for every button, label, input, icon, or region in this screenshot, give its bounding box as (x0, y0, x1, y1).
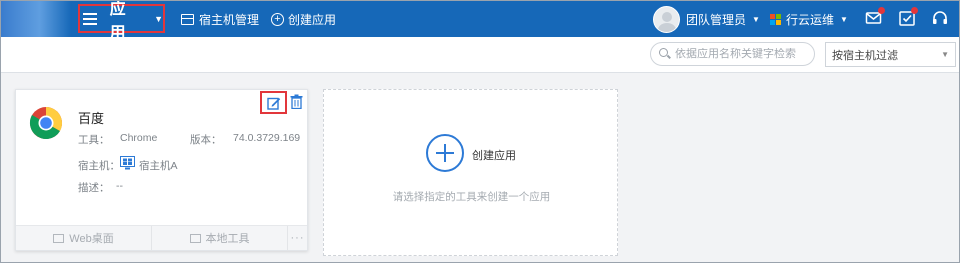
nav-host-manage[interactable]: 宿主机管理 (181, 1, 259, 37)
app-window: 应用 ▼ 宿主机管理 + 创建应用 团队管理员 ▼ 行云运维 ▼ 依据应用名称关… (0, 0, 960, 263)
filter-bar: 按宿主机过滤 ▼ (1, 37, 959, 73)
host-filter-label: 按宿主机过滤 (832, 49, 898, 62)
web-desktop-button[interactable]: Web桌面 (16, 225, 152, 251)
chrome-icon (29, 107, 63, 140)
create-app-label: 创建应用 (472, 150, 516, 162)
card-footer: Web桌面 本地工具 ··· (16, 225, 307, 251)
desc-label: 描述： (78, 182, 110, 194)
more-button[interactable]: ··· (288, 226, 307, 251)
chevron-down-icon: ▼ (840, 14, 848, 24)
version-value: 74.0.3729.169 (233, 132, 301, 144)
edit-button[interactable] (260, 91, 287, 114)
edit-icon (266, 97, 280, 110)
host-value: 宿主机A (139, 160, 178, 172)
org-logo-icon (770, 13, 781, 25)
tool-value: Chrome (120, 132, 158, 144)
org-switch[interactable]: 行云运维 ▼ (770, 1, 848, 37)
local-tool-label: 本地工具 (205, 233, 250, 245)
monitor-icon (53, 233, 65, 243)
desc-value: -- (116, 180, 123, 192)
headset-icon[interactable] (931, 9, 949, 27)
server-icon (181, 13, 194, 25)
app-menu-switch[interactable]: 应用 ▼ (78, 1, 165, 42)
tool-label: 工具： (78, 134, 110, 146)
windows-host-icon (120, 156, 135, 170)
plus-circle-icon: + (271, 12, 284, 26)
notification-badge (878, 7, 885, 14)
host-label: 宿主机： (78, 160, 120, 172)
web-desktop-label: Web桌面 (69, 233, 114, 245)
top-nav-bar: 应用 ▼ 宿主机管理 + 创建应用 团队管理员 ▼ 行云运维 ▼ (1, 1, 959, 42)
chevron-down-icon: ▼ (941, 50, 949, 59)
chevron-down-icon: ▼ (752, 14, 760, 24)
search-input[interactable] (675, 48, 810, 60)
avatar (653, 5, 680, 33)
version-label: 版本： (190, 134, 222, 146)
user-menu[interactable]: 团队管理员 ▼ (653, 5, 760, 33)
search-box[interactable] (650, 42, 815, 66)
brand-logo (1, 1, 71, 37)
nav-create-app-label: 创建应用 (288, 12, 337, 27)
nav-host-manage-label: 宿主机管理 (199, 12, 260, 27)
nav-create-app[interactable]: + 创建应用 (271, 1, 336, 37)
app-card[interactable]: 百度 工具： Chrome 版本： 74.0.3729.169 宿主机： 宿主机… (15, 89, 308, 251)
add-circle-icon[interactable] (426, 134, 464, 172)
tool-icon (189, 233, 201, 243)
local-tool-button[interactable]: 本地工具 (152, 225, 288, 251)
trash-icon[interactable] (290, 94, 303, 109)
host-filter-select[interactable]: 按宿主机过滤 ▼ (825, 42, 956, 67)
menu-icon[interactable] (83, 12, 97, 25)
task-icon[interactable] (898, 7, 918, 27)
app-name: 百度 (78, 111, 105, 126)
org-name: 行云运维 (786, 12, 835, 27)
create-app-card[interactable]: 创建应用 请选择指定的工具来创建一个应用 (323, 89, 618, 256)
user-name: 团队管理员 (686, 12, 747, 27)
search-icon (659, 48, 671, 60)
notification-badge (911, 7, 918, 14)
message-icon[interactable] (865, 7, 885, 27)
create-app-hint: 请选择指定的工具来创建一个应用 (392, 191, 551, 203)
chevron-down-icon: ▼ (154, 13, 163, 24)
